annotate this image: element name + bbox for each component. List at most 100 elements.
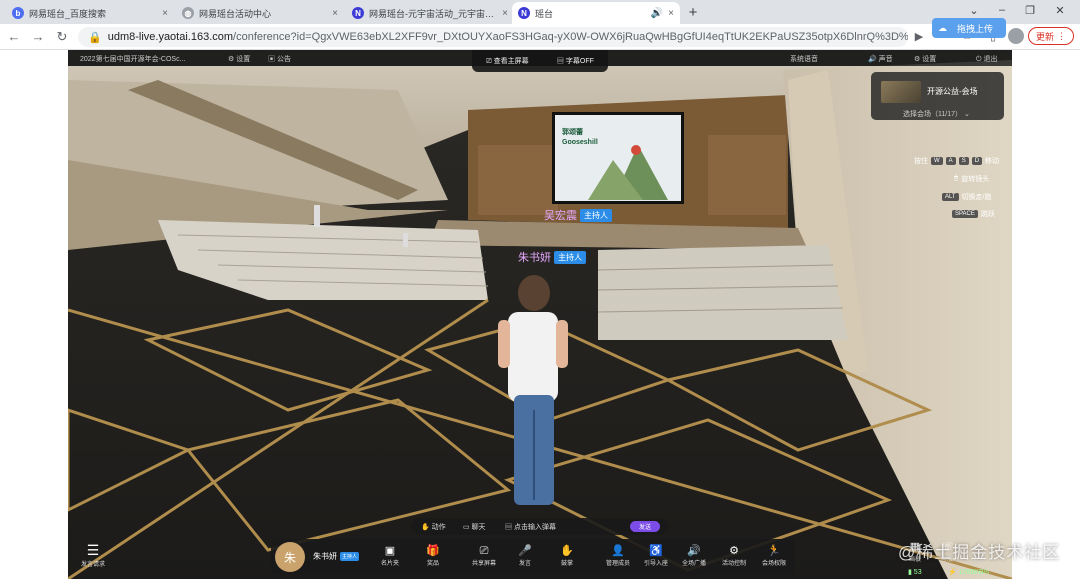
control-label: 活动控制: [721, 561, 746, 567]
globe-icon: ◍: [182, 7, 194, 19]
request-icon: ☰: [86, 542, 100, 558]
key-s: S: [958, 157, 969, 165]
browser-tab[interactable]: b 网易瑶台_百度搜索 ×: [6, 2, 174, 24]
venue-permission-button[interactable]: 🏃 会场权限: [757, 544, 791, 567]
url-host: udm8-live.yaotai.163.com: [107, 31, 234, 43]
key-d: D: [971, 157, 983, 165]
clap-button[interactable]: ✋ 鼓掌: [550, 544, 584, 567]
chat-button[interactable]: ▭ 聊天: [463, 522, 486, 532]
permission-label: 会场权限: [761, 561, 786, 567]
player-role-badge: 主持人: [554, 250, 586, 264]
speak-label: 发言: [518, 561, 531, 567]
view-screen-label: 查看主屏幕: [493, 58, 529, 65]
lock-icon: 🔒: [88, 31, 102, 44]
chat-bar: ✋ 动作 ▭ 聊天 ▤ 点击输入弹幕 发送: [411, 518, 669, 535]
seat-label: 引导入座: [643, 561, 668, 567]
browser-tab-active[interactable]: N 瑶台 🔊 ×: [512, 2, 680, 24]
danmaku-placeholder: 点击输入弹幕: [513, 524, 556, 531]
cloud-icon: ☁: [938, 22, 947, 33]
danmaku-input[interactable]: ▤ 点击输入弹幕: [505, 522, 556, 532]
send-button[interactable]: 发送: [630, 521, 660, 532]
mouse-icon: 🖱: [954, 175, 959, 182]
notice-link[interactable]: ▣ 公告: [268, 54, 291, 64]
yaotai-icon: N: [352, 7, 364, 19]
share-screen-icon: ⎚: [479, 545, 489, 557]
venue-name: 开源公益-会场: [927, 87, 978, 96]
gift-button[interactable]: 🎁 奖品: [416, 544, 450, 567]
more-vert-icon: ⋮: [1057, 30, 1066, 41]
speaker-icon: 🔊: [650, 7, 664, 19]
speak-button[interactable]: 🎤 发言: [508, 544, 542, 567]
back-icon[interactable]: ←: [6, 29, 22, 45]
notice-label: 公告: [276, 56, 291, 63]
address-toolbar: ← → ↻ 🔒 udm8-live.yaotai.163.com /confer…: [0, 24, 1080, 50]
host-role-badge: 主持人: [580, 208, 612, 222]
request-speak-button[interactable]: ☰ 发言请求: [78, 542, 108, 572]
gift-label: 奖品: [426, 561, 439, 567]
close-icon[interactable]: ×: [502, 8, 508, 19]
view-screen-button[interactable]: ⎚ 查看主屏幕: [486, 56, 529, 66]
browser-tab[interactable]: N 网易瑶台-元宇宙活动_元宇宙会议 ×: [346, 2, 514, 24]
settings-button[interactable]: ⚙ 设置: [914, 54, 936, 64]
host-name: 吴宏震: [544, 210, 577, 222]
system-voice-link[interactable]: 系统语音: [790, 54, 818, 64]
sound-toggle[interactable]: 🔊 声音: [868, 54, 893, 64]
card-button[interactable]: ▣ 名片夹: [373, 544, 407, 567]
tab-search-icon[interactable]: ⌄: [966, 4, 982, 17]
key-w: W: [931, 157, 943, 165]
broadcast-icon: 🔊: [687, 545, 701, 557]
manage-members-button[interactable]: 👤 管理成员: [601, 544, 635, 567]
screen-content: 郭颂蕾 Gooseshill: [562, 128, 598, 148]
new-tab-button[interactable]: +: [684, 4, 702, 21]
clap-icon: ✋: [560, 545, 574, 557]
minimize-button[interactable]: –: [994, 4, 1010, 16]
permission-icon: 🏃: [767, 545, 781, 557]
venue-scene: [68, 50, 1012, 579]
exit-button[interactable]: ⏻ 退出: [976, 54, 997, 64]
venue-select-label[interactable]: 选择会场（11/17） ⌄: [903, 109, 970, 119]
share-screen-label: 共享屏幕: [471, 561, 496, 567]
maximize-button[interactable]: ❐: [1022, 4, 1038, 17]
share-screen-button[interactable]: ⎚ 共享屏幕: [467, 544, 501, 567]
tab-title: 网易瑶台-元宇宙活动_元宇宙会议: [369, 8, 498, 19]
event-title: 2022第七届中国开源年会-COSc...: [80, 56, 186, 63]
net-speed-text: 1266KB/s: [958, 569, 990, 576]
tab-title: 网易瑶台_百度搜索: [29, 8, 107, 19]
browser-tab[interactable]: ◍ 网易瑶台活动中心 ×: [176, 2, 344, 24]
reload-icon[interactable]: ↻: [54, 29, 70, 45]
close-window-button[interactable]: ✕: [1052, 4, 1068, 17]
browser-tab-strip: b 网易瑶台_百度搜索 × ◍ 网易瑶台活动中心 × N 网易瑶台-元宇宙活动_…: [0, 0, 1080, 24]
forward-icon[interactable]: →: [30, 29, 46, 45]
update-button[interactable]: 更新 ⋮: [1028, 27, 1074, 45]
activity-control-button[interactable]: ⚙ 活动控制: [717, 544, 751, 567]
close-icon[interactable]: ×: [332, 8, 338, 19]
action-label: 动作: [431, 524, 446, 531]
run-hint: ALT 切换走/跑: [942, 192, 992, 202]
screen-controls: ⎚ 查看主屏幕 ▤ 字幕OFF: [472, 50, 608, 72]
close-icon[interactable]: ×: [162, 8, 168, 19]
settings-link[interactable]: ⚙ 设置: [228, 54, 250, 64]
url-bar[interactable]: 🔒 udm8-live.yaotai.163.com /conference?i…: [78, 27, 908, 47]
close-icon[interactable]: ×: [668, 8, 674, 19]
upload-button[interactable]: ☁ 拖拽上传: [932, 18, 1006, 38]
members-icon: 👤: [611, 545, 625, 557]
guide-seat-button[interactable]: ♿ 引导入座: [639, 544, 673, 567]
subtitle-toggle[interactable]: ▤ 字幕OFF: [557, 56, 594, 66]
action-button[interactable]: ✋ 动作: [421, 522, 446, 532]
camera-icon[interactable]: ▶: [912, 30, 926, 43]
jump-label: 跳跃: [980, 211, 995, 218]
baidu-icon: b: [12, 7, 24, 19]
page-margin-right: [1012, 50, 1080, 579]
broadcast-button[interactable]: 🔊 全场广播: [677, 544, 711, 567]
venue-select-text: 选择会场（11/17）: [903, 111, 962, 118]
venue-selector[interactable]: 开源公益-会场 选择会场（11/17） ⌄: [871, 72, 1004, 120]
venue-viewport[interactable]: 2022第七届中国开源年会-COSc... ⚙ 设置 ▣ 公告 系统语音 🔊 声…: [68, 50, 1012, 579]
settings-label: 设置: [236, 56, 251, 63]
tab-title: 网易瑶台活动中心: [199, 8, 272, 19]
profile-avatar[interactable]: [1008, 28, 1024, 44]
user-avatar[interactable]: 朱: [275, 542, 305, 572]
rotate-hint: 🖱 旋转镜头: [954, 174, 989, 184]
card-icon: ▣: [384, 545, 396, 557]
yaotai-icon: N: [518, 7, 530, 19]
jump-hint: SPACE 跳跃: [952, 209, 995, 219]
